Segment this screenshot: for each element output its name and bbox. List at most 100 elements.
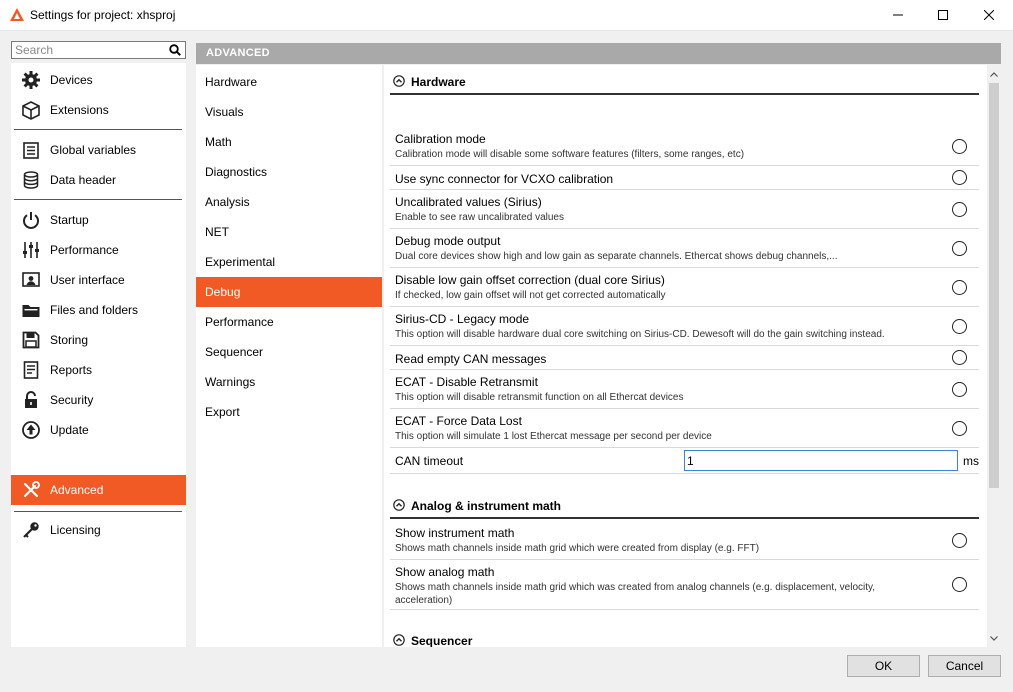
content-scrollbar[interactable] xyxy=(987,65,1001,647)
section-header-hardware[interactable]: Hardware xyxy=(390,67,979,95)
settings-sidebar: Devices Extensions Global variables Data… xyxy=(11,63,186,647)
setting-row-calibration-mode: Calibration mode Calibration mode will di… xyxy=(390,127,979,166)
section-title: Hardware xyxy=(411,75,466,89)
subnav-item-label: Export xyxy=(205,405,240,419)
setting-toggle-radio[interactable] xyxy=(952,382,967,397)
section-header-sequencer[interactable]: Sequencer xyxy=(390,626,979,647)
sidebar-item-label: Startup xyxy=(50,213,89,227)
cube-icon xyxy=(22,101,40,120)
setting-toggle-radio[interactable] xyxy=(952,170,967,185)
database-icon xyxy=(23,171,39,189)
setting-title: Show analog math xyxy=(395,565,495,579)
dialog-body: Devices Extensions Global variables xyxy=(0,31,1013,692)
setting-toggle-radio[interactable] xyxy=(952,350,967,365)
setting-row-read-empty-can: Read empty CAN messages xyxy=(390,346,979,370)
key-icon xyxy=(23,522,39,538)
setting-description: This option will disable retransmit func… xyxy=(395,392,684,403)
subnav-item-net[interactable]: NET xyxy=(196,217,382,247)
scroll-up-arrow-icon[interactable] xyxy=(987,67,1001,81)
collapse-chevron-icon[interactable] xyxy=(393,634,405,646)
scroll-down-arrow-icon[interactable] xyxy=(987,631,1001,645)
sidebar-item-extensions[interactable]: Extensions xyxy=(11,95,186,125)
scrollbar-thumb[interactable] xyxy=(989,83,999,488)
setting-toggle-radio[interactable] xyxy=(952,202,967,217)
subnav-item-sequencer[interactable]: Sequencer xyxy=(196,337,382,367)
sidebar-item-reports[interactable]: Reports xyxy=(11,355,186,385)
subnav-item-visuals[interactable]: Visuals xyxy=(196,97,382,127)
subnav-item-experimental[interactable]: Experimental xyxy=(196,247,382,277)
sidebar-item-data-header[interactable]: Data header xyxy=(11,165,186,195)
can-timeout-input[interactable] xyxy=(684,450,958,471)
sidebar-item-security[interactable]: Security xyxy=(11,385,186,415)
subnav-item-label: Debug xyxy=(205,285,241,299)
subnav-item-label: Hardware xyxy=(205,75,258,89)
maximize-icon xyxy=(938,10,948,20)
subnav-item-analysis[interactable]: Analysis xyxy=(196,187,382,217)
report-icon xyxy=(23,361,39,379)
subnav-item-debug[interactable]: Debug xyxy=(196,277,382,307)
subnav-item-performance[interactable]: Performance xyxy=(196,307,382,337)
setting-toggle-radio[interactable] xyxy=(952,139,967,154)
setting-row-ecat-disable-retransmit: ECAT - Disable Retransmit This option wil… xyxy=(390,370,979,409)
sidebar-item-startup[interactable]: Startup xyxy=(11,205,186,235)
sidebar-item-user-interface[interactable]: User interface xyxy=(11,265,186,295)
ok-button[interactable]: OK xyxy=(847,655,920,677)
sidebar-item-global-variables[interactable]: Global variables xyxy=(11,135,186,165)
sidebar-item-advanced[interactable]: Advanced xyxy=(11,475,186,505)
search-input[interactable] xyxy=(12,42,162,58)
search-box xyxy=(11,41,186,59)
setting-toggle-radio[interactable] xyxy=(952,421,967,436)
setting-toggle-radio[interactable] xyxy=(952,319,967,334)
subnav-item-hardware[interactable]: Hardware xyxy=(196,67,382,97)
sidebar-item-performance[interactable]: Performance xyxy=(11,235,186,265)
subnav-item-math[interactable]: Math xyxy=(196,127,382,157)
sidebar-item-label: Data header xyxy=(50,173,117,187)
setting-title: Use sync connector for VCXO calibration xyxy=(395,172,614,186)
setting-description: This option will simulate 1 lost Etherca… xyxy=(395,431,712,442)
search-icon[interactable] xyxy=(169,44,181,56)
lock-icon xyxy=(25,391,37,408)
gear-icon xyxy=(22,71,40,89)
setting-toggle-radio[interactable] xyxy=(952,533,967,548)
sidebar-divider xyxy=(14,511,182,512)
setting-title: Disable low gain offset correction (dual… xyxy=(395,273,665,287)
sidebar-item-licensing[interactable]: Licensing xyxy=(11,515,186,545)
collapse-chevron-icon[interactable] xyxy=(393,75,405,87)
dewesoft-logo-icon xyxy=(10,8,24,21)
setting-row-disable-low-gain-offset: Disable low gain offset correction (dual… xyxy=(390,268,979,307)
setting-toggle-radio[interactable] xyxy=(952,280,967,295)
sidebar-item-files-and-folders[interactable]: Files and folders xyxy=(11,295,186,325)
section-header-analog-math[interactable]: Analog & instrument math xyxy=(390,491,979,519)
subnav-item-diagnostics[interactable]: Diagnostics xyxy=(196,157,382,187)
subnav-item-label: Math xyxy=(205,135,232,149)
sidebar-item-devices[interactable]: Devices xyxy=(11,65,186,95)
subnav-item-export[interactable]: Export xyxy=(196,397,382,427)
collapse-chevron-icon[interactable] xyxy=(393,499,405,511)
maximize-button[interactable] xyxy=(920,0,966,30)
sidebar-item-label: Files and folders xyxy=(50,303,139,317)
sidebar-item-label: Global variables xyxy=(50,143,137,157)
sidebar-item-storing[interactable]: Storing xyxy=(11,325,186,355)
power-icon xyxy=(23,212,39,229)
cancel-button[interactable]: Cancel xyxy=(928,655,1001,677)
title-bar: Settings for project: xhsproj xyxy=(0,0,1013,31)
setting-description: Dual core devices show high and low gain… xyxy=(395,251,838,262)
setting-title: CAN timeout xyxy=(395,454,464,468)
setting-description: This option will disable hardware dual c… xyxy=(395,329,885,340)
close-button[interactable] xyxy=(966,0,1012,30)
setting-row-debug-mode-output: Debug mode output Dual core devices show … xyxy=(390,229,979,268)
sidebar-item-label: Update xyxy=(50,423,89,437)
subnav-item-warnings[interactable]: Warnings xyxy=(196,367,382,397)
sidebar-item-label: Extensions xyxy=(50,103,109,117)
setting-description: If checked, low gain offset will not get… xyxy=(395,290,666,301)
setting-title: ECAT - Disable Retransmit xyxy=(395,375,538,389)
setting-toggle-radio[interactable] xyxy=(952,577,967,592)
setting-toggle-radio[interactable] xyxy=(952,241,967,256)
user-interface-icon xyxy=(22,272,40,287)
subnav-item-label: Analysis xyxy=(205,195,250,209)
setting-row-show-instrument-math: Show instrument math Shows math channels … xyxy=(390,521,979,560)
sidebar-item-label: Security xyxy=(50,393,94,407)
minimize-button[interactable] xyxy=(875,0,921,30)
subnav-item-label: Sequencer xyxy=(205,345,264,359)
sidebar-item-update[interactable]: Update xyxy=(11,415,186,445)
